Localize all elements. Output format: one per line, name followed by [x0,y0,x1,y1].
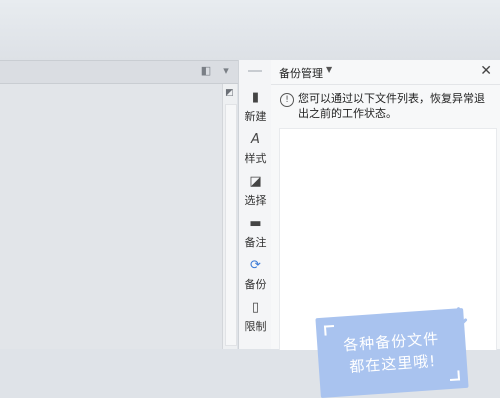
style-icon: A [251,132,260,147]
ribbon-area [0,0,500,60]
toolbar-backup-button[interactable]: ⟳ 备份 [239,256,272,296]
restrict-icon: ▯ [251,300,260,315]
side-toolbar: ▮ 新建 A 样式 ◪ 选择 ▬ 备注 ⟳ 备份 ▯ 限制 [238,60,273,349]
document-pane-header: ◧ ▾ [0,60,238,84]
toolbar-style-button[interactable]: A 样式 [239,130,272,170]
toolbar-style-label: 样式 [244,152,267,165]
vertical-scrollbar[interactable]: ◩ [222,84,237,349]
panel-header: 备份管理 ▼ ✕ [271,60,500,85]
note-corner-bottom-right [449,370,461,382]
toolbar-comment-label: 备注 [244,236,267,249]
toolbar-new-button[interactable]: ▮ 新建 [239,88,272,128]
backup-file-list[interactable]: 各种备份文件 都在这里哦! [279,128,497,398]
comment-icon: ▬ [249,216,262,231]
toolbar-select-label: 选择 [244,194,267,207]
panel-info-text: 您可以通过以下文件列表，恢复异常退出之前的工作状态。 [298,92,485,120]
toolbar-backup-label: 备份 [244,278,267,291]
document-area[interactable] [0,84,222,349]
toolbar-select-button[interactable]: ◪ 选择 [239,172,272,212]
pane-restore-icon[interactable]: ◧ [200,65,212,77]
scroll-track[interactable] [225,104,237,346]
scroll-split-icon[interactable]: ◩ [224,88,235,99]
empty-state-text: 各种备份文件 都在这里哦! [317,326,468,380]
panel-title[interactable]: 备份管理 [279,65,323,81]
toolbar-new-label: 新建 [244,110,267,123]
backup-panel: 备份管理 ▼ ✕ ! 您可以通过以下文件列表，恢复异常退出之前的工作状态。 各种… [271,60,500,398]
panel-dropdown-icon[interactable]: ▼ [326,65,332,74]
backup-icon: ⟳ [250,258,261,273]
toolbar-grip[interactable] [248,70,262,72]
toolbar-comment-button[interactable]: ▬ 备注 [239,214,272,254]
pane-menu-icon[interactable]: ▾ [220,65,232,77]
new-document-icon: ▮ [251,90,260,105]
toolbar-restrict-button[interactable]: ▯ 限制 [239,298,272,338]
toolbar-restrict-label: 限制 [244,320,267,333]
empty-state-note: 各种备份文件 都在这里哦! [315,307,469,398]
info-icon: ! [280,93,294,107]
select-icon: ◪ [249,174,262,189]
close-icon[interactable]: ✕ [480,63,492,79]
